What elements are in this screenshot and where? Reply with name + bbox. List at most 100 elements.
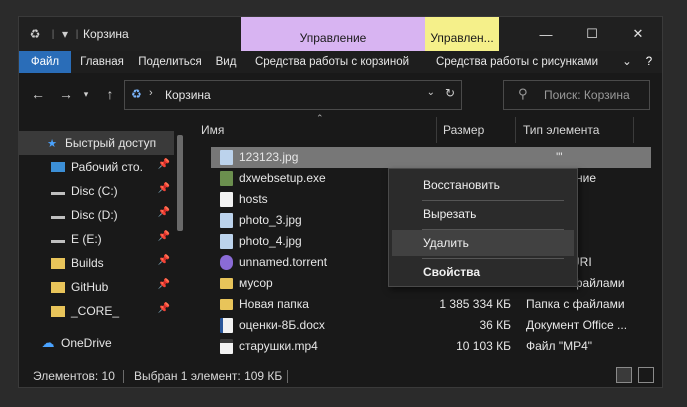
column-divider[interactable] (436, 117, 437, 143)
file-size: 10 103 КБ (456, 339, 511, 353)
file-type: '" (556, 150, 563, 164)
tab-manage-pictures-label: Управлен... (430, 31, 494, 45)
sidebar-item-label: Рабочий сто. (71, 160, 143, 174)
explorer-window: ♻ | ▾ | Корзина Управление Управлен... —… (18, 16, 663, 388)
navigation-pane: ★ Быстрый доступ Рабочий сто. 📌 Disc (C:… (19, 129, 179, 361)
tab-recycle-tools[interactable]: Средства работы с корзиной (247, 51, 417, 73)
address-row: ← → ▾ ↑ ♻ › Корзина ⌄ ↻ ⚲ Поиск: Корзина (19, 73, 662, 115)
sidebar-item-disc-d[interactable]: Disc (D:) 📌 (19, 203, 174, 227)
tab-share[interactable]: Поделиться (135, 51, 205, 73)
tab-picture-tools[interactable]: Средства работы с рисунками (427, 51, 607, 73)
file-name: photo_4.jpg (239, 234, 302, 248)
pin-icon[interactable]: 📌 (158, 159, 170, 170)
large-icons-view-icon[interactable] (638, 367, 654, 383)
file-type: ние (576, 171, 597, 185)
cloud-icon: ☁ (41, 335, 55, 350)
search-icon: ⚲ (518, 86, 528, 101)
sidebar-item-label: E (E:) (71, 232, 102, 246)
file-name: unnamed.torrent (239, 255, 328, 269)
sidebar-item-label: Disc (D:) (71, 208, 118, 222)
table-row[interactable]: Новая папка 1 385 334 КБ Папка с файлами (211, 294, 651, 315)
folder-icon (220, 299, 233, 310)
drive-icon (51, 235, 65, 243)
desktop-icon (51, 162, 65, 172)
pin-icon[interactable]: 📌 (158, 279, 170, 290)
exe-file-icon (220, 171, 233, 186)
status-bar: Элементов: 10 Выбран 1 элемент: 109 КБ (19, 365, 662, 387)
tab-manage-recycle-label: Управление (299, 31, 367, 45)
menu-item-properties[interactable]: Свойства (392, 259, 574, 285)
refresh-icon[interactable]: ↻ (445, 86, 455, 100)
pin-icon[interactable]: 📌 (158, 255, 170, 266)
pin-icon[interactable]: 📌 (158, 303, 170, 314)
sidebar-item-builds[interactable]: Builds 📌 (19, 251, 174, 275)
sidebar-item-disc-e[interactable]: E (E:) 📌 (19, 227, 174, 251)
chevron-right-icon: › (149, 87, 153, 99)
tab-manage-recycle[interactable]: Управление (241, 17, 425, 51)
nav-scrollbar[interactable] (177, 135, 183, 231)
column-divider[interactable] (515, 117, 516, 143)
file-name: оценки-8Б.docx (239, 318, 325, 332)
file-icon (220, 192, 233, 207)
image-file-icon (220, 213, 233, 228)
details-view-icon[interactable] (616, 367, 632, 383)
back-arrow-icon[interactable]: ← (27, 83, 49, 105)
sidebar-item-core[interactable]: _CORE_ 📌 (19, 299, 174, 323)
tab-view[interactable]: Вид (209, 51, 243, 73)
tab-home[interactable]: Главная (75, 51, 129, 73)
pin-icon[interactable]: 📌 (158, 183, 170, 194)
sidebar-item-quick-access[interactable]: ★ Быстрый доступ (19, 131, 174, 155)
table-row[interactable]: 123123.jpg '" (211, 147, 651, 168)
sidebar-item-label: GitHub (71, 280, 109, 294)
pin-icon[interactable]: 📌 (158, 207, 170, 218)
forward-arrow-icon[interactable]: → (55, 83, 77, 105)
sidebar-item-label: _CORE_ (71, 304, 120, 318)
search-field[interactable]: ⚲ Поиск: Корзина (503, 80, 650, 110)
up-arrow-icon[interactable]: ↑ (99, 83, 121, 105)
window-title: Корзина (83, 27, 129, 41)
recent-locations-icon[interactable]: ▾ (79, 83, 93, 105)
file-name: Новая папка (239, 297, 309, 311)
column-header-size[interactable]: Размер (443, 115, 513, 145)
sidebar-item-label: Быстрый доступ (65, 136, 157, 150)
menu-item-restore[interactable]: Восстановить (392, 172, 574, 198)
sidebar-item-disc-c[interactable]: Disc (C:) 📌 (19, 179, 174, 203)
table-row[interactable]: старушки.mp4 10 103 КБ Файл "MP4" (211, 336, 651, 357)
close-button[interactable]: ✕ (615, 17, 661, 51)
recycle-bin-icon[interactable]: ♻ (27, 26, 43, 42)
folder-icon (220, 278, 233, 289)
table-row[interactable]: оценки-8Б.docx 36 КБ Документ Office ... (211, 315, 651, 336)
address-bar[interactable]: ♻ › Корзина ⌄ ↻ (124, 80, 462, 110)
pin-icon[interactable]: 📌 (158, 231, 170, 242)
file-type: Папка с файлами (526, 297, 625, 311)
minimize-button[interactable]: — (523, 17, 569, 51)
tab-file[interactable]: Файл (19, 51, 71, 73)
file-name: мусор (239, 276, 273, 290)
file-name: 123123.jpg (239, 150, 299, 164)
chevron-down-icon[interactable]: ⌄ (427, 87, 435, 98)
video-file-icon (220, 339, 233, 354)
column-header-name[interactable]: Имя (201, 115, 421, 145)
expand-ribbon-icon[interactable]: ⌄ (619, 51, 635, 73)
drive-icon (51, 187, 65, 195)
column-divider[interactable] (633, 117, 634, 143)
maximize-button[interactable]: ☐ (569, 17, 615, 51)
context-menu: Восстановить Вырезать Удалить Свойства (388, 168, 578, 287)
menu-item-cut[interactable]: Вырезать (392, 201, 574, 227)
folder-icon (51, 281, 65, 293)
search-placeholder: Поиск: Корзина (544, 88, 630, 102)
column-header-type[interactable]: Тип элемента (523, 115, 633, 145)
help-icon[interactable]: ? (639, 51, 659, 73)
sidebar-item-label: Builds (71, 256, 104, 270)
ribbon-tabs: Файл Главная Поделиться Вид Средства раб… (19, 51, 662, 73)
sidebar-item-github[interactable]: GitHub 📌 (19, 275, 174, 299)
title-bar: ♻ | ▾ | Корзина Управление Управлен... —… (19, 17, 662, 51)
menu-item-delete[interactable]: Удалить (392, 230, 574, 256)
sidebar-item-desktop[interactable]: Рабочий сто. 📌 (19, 155, 174, 179)
file-size: 1 385 334 КБ (439, 297, 511, 311)
tab-manage-pictures[interactable]: Управлен... (425, 17, 499, 51)
drive-icon (51, 211, 65, 219)
address-path: Корзина (165, 88, 211, 102)
folder-icon (51, 305, 65, 317)
sidebar-item-onedrive[interactable]: ☁ OneDrive (19, 331, 174, 355)
